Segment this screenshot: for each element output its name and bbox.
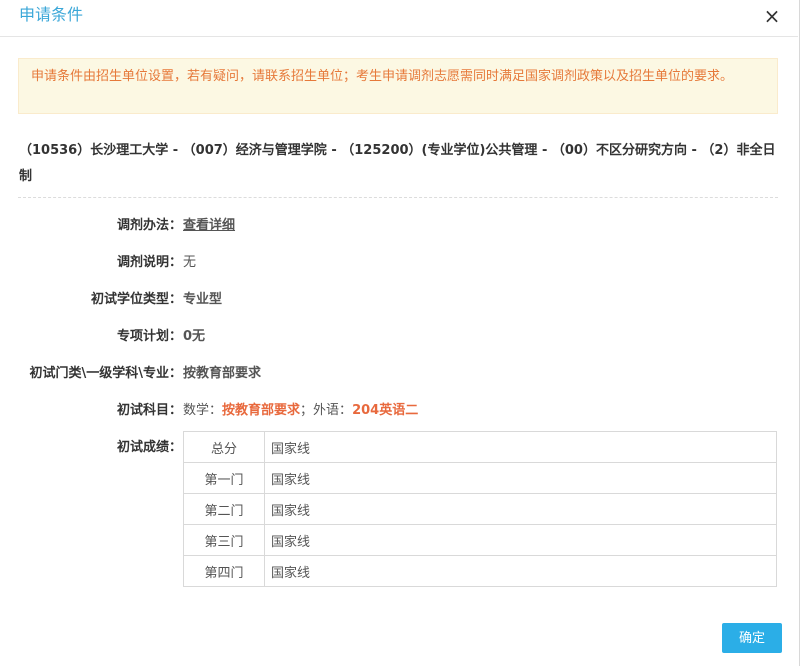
divider xyxy=(18,197,778,198)
score-value: 国家线 xyxy=(264,431,777,463)
subjects-value: 数学：按教育部要求；外语：204英语二 xyxy=(183,401,418,421)
table-row: 第三门 国家线 xyxy=(183,524,777,556)
score-value: 国家线 xyxy=(264,462,777,494)
score-value: 国家线 xyxy=(264,493,777,525)
row-degree-type: 初试学位类型： 专业型 xyxy=(0,290,780,310)
row-method: 调剂办法： 查看详细 xyxy=(0,216,780,236)
score-value: 国家线 xyxy=(264,524,777,556)
score-name: 第一门 xyxy=(183,462,265,494)
close-icon[interactable]: × xyxy=(761,5,783,27)
dialog-header: 申请条件 × xyxy=(0,0,798,37)
note-value: 无 xyxy=(183,255,197,270)
degree-type-value: 专业型 xyxy=(183,292,223,307)
table-row: 第二门 国家线 xyxy=(183,493,777,525)
row-special-plan: 专项计划： 0无 xyxy=(0,327,780,347)
application-conditions-dialog: 申请条件 × 申请条件由招生单位设置，若有疑问，请联系招生单位；考生申请调剂志愿… xyxy=(0,0,800,666)
subjects-separator: ； xyxy=(300,403,314,418)
score-value: 国家线 xyxy=(264,555,777,587)
dialog-title: 申请条件 xyxy=(19,5,84,24)
math-value: 按教育部要求 xyxy=(222,403,301,418)
foreign-label: 外语： xyxy=(313,403,353,418)
special-plan-value: 0无 xyxy=(183,329,206,344)
notice-banner: 申请条件由招生单位设置，若有疑问，请联系招生单位；考生申请调剂志愿需同时满足国家… xyxy=(18,58,778,114)
confirm-button[interactable]: 确定 xyxy=(722,623,782,653)
row-note: 调剂说明： 无 xyxy=(0,253,780,273)
note-label: 调剂说明： xyxy=(116,255,182,270)
method-label: 调剂办法： xyxy=(116,218,182,233)
foreign-value: 204英语二 xyxy=(352,403,419,418)
category-label: 初试门类\一级学科\专业： xyxy=(29,366,183,381)
subjects-label: 初试科目： xyxy=(116,403,182,418)
score-name: 第四门 xyxy=(183,555,265,587)
math-label: 数学： xyxy=(183,403,223,418)
category-value: 按教育部要求 xyxy=(183,366,262,381)
scores-table: 总分 国家线 第一门 国家线 第二门 国家线 第三门 国家线 第四门 国家线 xyxy=(183,431,777,587)
program-title: （10536）长沙理工大学 - （007）经济与管理学院 - （125200）(… xyxy=(19,143,776,184)
score-name: 第二门 xyxy=(183,493,265,525)
special-plan-label: 专项计划： xyxy=(116,329,182,344)
row-subjects: 初试科目： 数学：按教育部要求；外语：204英语二 xyxy=(0,401,780,421)
table-row: 总分 国家线 xyxy=(183,431,777,463)
row-category: 初试门类\一级学科\专业： 按教育部要求 xyxy=(0,364,780,384)
table-row: 第四门 国家线 xyxy=(183,555,777,587)
degree-type-label: 初试学位类型： xyxy=(90,292,182,307)
view-details-link[interactable]: 查看详细 xyxy=(183,216,235,236)
score-name: 第三门 xyxy=(183,524,265,556)
scores-label: 初试成绩： xyxy=(116,440,182,455)
score-name: 总分 xyxy=(183,431,265,463)
table-row: 第一门 国家线 xyxy=(183,462,777,494)
